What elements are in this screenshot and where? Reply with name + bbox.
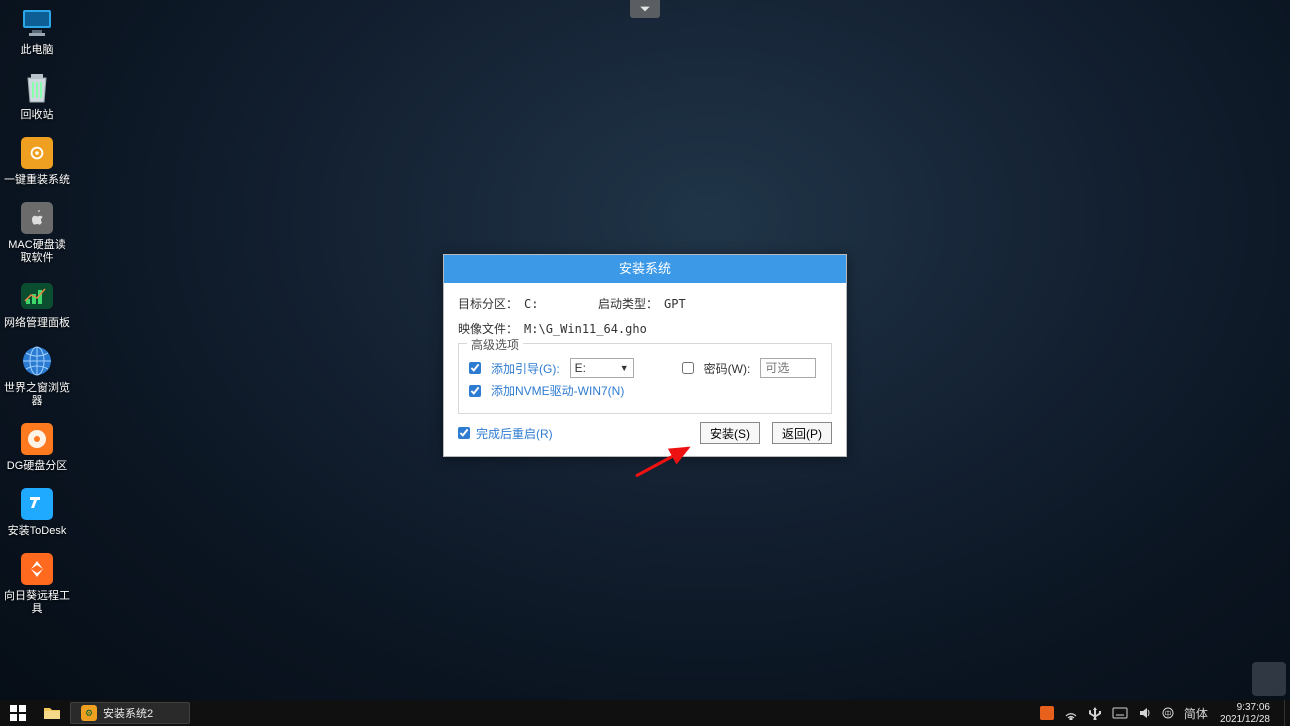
desktop-icon-label: MAC硬盘读 取软件 — [8, 239, 65, 265]
desktop-icon-label: 此电脑 — [21, 44, 54, 57]
nvme-checkbox[interactable] — [469, 385, 481, 397]
dialog-title[interactable]: 安装系统 — [444, 255, 846, 283]
tray-usb-icon[interactable] — [1088, 706, 1102, 720]
tray-app-icon[interactable] — [1040, 706, 1054, 720]
tray-volume-icon[interactable] — [1138, 706, 1152, 720]
svg-text:中: 中 — [1164, 709, 1171, 718]
image-file-value: M:\G_Win11_64.gho — [524, 322, 647, 336]
target-partition-value: C: — [524, 297, 538, 311]
sunflower-icon — [20, 552, 54, 586]
tray-network-icon[interactable] — [1064, 706, 1078, 720]
desktop-icons: 此电脑 回收站 一键重装系统 MAC硬盘读 取软件 网络管理面板 — [4, 6, 74, 630]
show-desktop-button[interactable] — [1284, 700, 1290, 726]
reboot-label[interactable]: 完成后重启(R) — [476, 425, 553, 442]
advanced-legend: 高级选项 — [467, 336, 523, 353]
tray-date: 2021/12/28 — [1220, 714, 1270, 726]
this-pc-icon — [20, 6, 54, 40]
desktop-icon-label: 回收站 — [21, 109, 54, 122]
desktop-icon-net-admin[interactable]: 网络管理面板 — [4, 279, 70, 330]
password-checkbox[interactable] — [682, 362, 694, 374]
target-partition-label: 目标分区： — [458, 295, 518, 312]
task-app-icon: ⚙ — [81, 705, 97, 721]
gear-box-icon — [20, 136, 54, 170]
task-item-label: 安装系统2 — [103, 705, 153, 721]
boot-drive-select[interactable]: E: ▼ — [570, 358, 634, 378]
back-button[interactable]: 返回(P) — [772, 422, 832, 444]
folder-icon — [43, 705, 61, 721]
recycle-bin-icon — [20, 71, 54, 105]
floating-panel[interactable] — [1252, 662, 1286, 696]
disk-icon — [20, 422, 54, 456]
password-label[interactable]: 密码(W): — [704, 360, 751, 377]
desktop-icon-label: 安装ToDesk — [8, 525, 67, 538]
chart-panel-icon — [20, 279, 54, 313]
tray-ime-label[interactable]: 简体 — [1184, 705, 1208, 722]
advanced-options-fieldset: 高级选项 添加引导(G): E: ▼ 密码(W): 添加NVME驱动-WIN7(… — [458, 343, 832, 414]
image-file-label: 映像文件： — [458, 320, 518, 337]
tray-clock[interactable]: 9:37:06 2021/12/28 — [1218, 701, 1276, 726]
desktop-icon-this-pc[interactable]: 此电脑 — [4, 6, 70, 57]
taskbar: ⚙ 安装系统2 中 简体 9:37:06 2021/12/28 — [0, 700, 1290, 726]
start-button[interactable] — [0, 700, 36, 726]
desktop-icon-one-key-install[interactable]: 一键重装系统 — [4, 136, 70, 187]
caret-down-icon: ▼ — [620, 363, 629, 373]
desktop-icon-label: 一键重装系统 — [4, 174, 70, 187]
desktop-icon-recycle-bin[interactable]: 回收站 — [4, 71, 70, 122]
desktop-icon-todesk[interactable]: 安装ToDesk — [4, 487, 70, 538]
boot-type-label: 启动类型： — [598, 295, 658, 312]
windows-logo-icon — [10, 705, 26, 721]
dialog-footer: 完成后重启(R) 安装(S) 返回(P) — [444, 416, 846, 456]
tray-time: 9:37:06 — [1220, 702, 1270, 714]
chevron-down-icon — [639, 3, 651, 15]
desktop-icon-sunflower[interactable]: 向日葵远程工 具 — [4, 552, 70, 616]
install-system-dialog: 安装系统 目标分区： C: 启动类型： GPT 映像文件： M:\G_Win11… — [443, 254, 847, 457]
tray-keyboard-icon[interactable] — [1112, 707, 1128, 719]
file-explorer-button[interactable] — [36, 700, 68, 726]
todesk-icon — [20, 487, 54, 521]
desktop-icon-dg-partition[interactable]: DG硬盘分区 — [4, 422, 70, 473]
task-item-install-system[interactable]: ⚙ 安装系统2 — [70, 702, 190, 724]
globe-icon — [20, 344, 54, 378]
reboot-checkbox[interactable] — [458, 427, 470, 439]
password-input[interactable] — [760, 358, 816, 378]
tray-ime-state[interactable]: 中 — [1162, 707, 1174, 719]
desktop-icon-world-browser[interactable]: 世界之窗浏览 器 — [4, 344, 70, 408]
boot-type-value: GPT — [664, 297, 686, 311]
apple-icon — [20, 201, 54, 235]
boot-drive-value: E: — [575, 361, 586, 375]
desktop-icon-mac-disk[interactable]: MAC硬盘读 取软件 — [4, 201, 70, 265]
desktop-icon-label: DG硬盘分区 — [7, 460, 68, 473]
add-boot-label[interactable]: 添加引导(G): — [491, 360, 560, 377]
desktop-icon-label: 世界之窗浏览 器 — [4, 382, 70, 408]
top-panel-toggle[interactable] — [630, 0, 660, 18]
install-button[interactable]: 安装(S) — [700, 422, 760, 444]
add-boot-checkbox[interactable] — [469, 362, 481, 374]
dialog-body: 目标分区： C: 启动类型： GPT 映像文件： M:\G_Win11_64.g… — [444, 283, 846, 416]
desktop-icon-label: 向日葵远程工 具 — [4, 590, 70, 616]
system-tray: 中 简体 9:37:06 2021/12/28 — [1032, 700, 1284, 726]
desktop-icon-label: 网络管理面板 — [4, 317, 70, 330]
nvme-label[interactable]: 添加NVME驱动-WIN7(N) — [491, 382, 624, 399]
